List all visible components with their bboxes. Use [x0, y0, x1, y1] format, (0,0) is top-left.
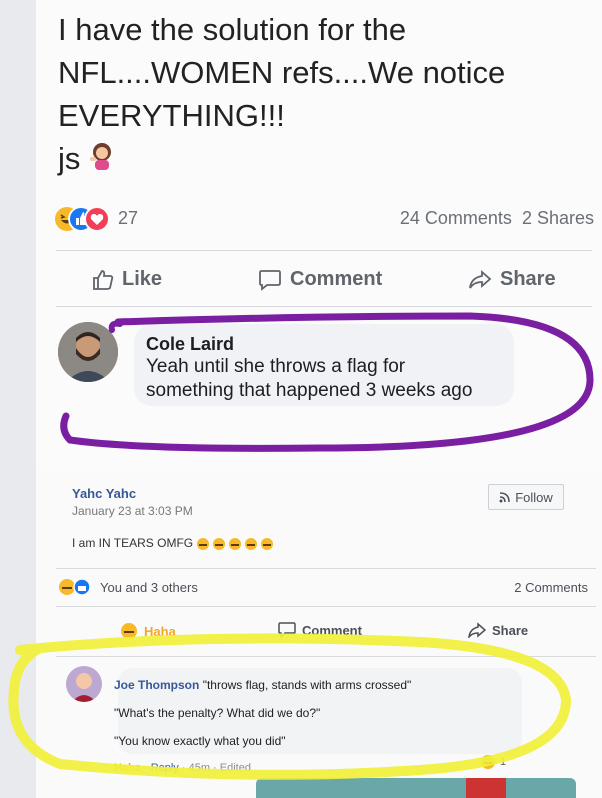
share-label: Share [500, 268, 556, 290]
share-icon [468, 622, 486, 638]
divider [56, 656, 596, 657]
like-button[interactable]: Like [92, 268, 162, 291]
haha-label: Haha [144, 623, 176, 639]
shares-count[interactable]: 2 Shares [522, 208, 594, 228]
haha-button[interactable]: Haha [120, 622, 176, 640]
thumbs-up-icon [93, 269, 114, 290]
follow-button[interactable]: Follow [488, 484, 564, 510]
post-reaction-counts: 27 24 Comments 2 Shares [54, 206, 594, 236]
post-card: I have the solution for the NFL....WOMEN… [36, 0, 602, 470]
comments-count[interactable]: 24 Comments [400, 208, 512, 228]
comment-bubble: Cole Laird Yeah until she throws a flag … [134, 324, 514, 406]
haha-icon [481, 755, 495, 769]
reply-avatar[interactable] [66, 666, 102, 702]
comment-icon [259, 269, 281, 291]
embedded-author[interactable]: Yahc Yahc [72, 486, 136, 501]
comment-text-line-1: Yeah until she throws a flag for [146, 356, 406, 377]
post-line-2: NFL....WOMEN refs....We notice [58, 55, 506, 90]
comment-button[interactable]: Comment [258, 268, 382, 291]
reply-meta: Haha · Reply · 45m · Edited [114, 762, 251, 774]
post-line-4: js [58, 137, 598, 182]
embedded-post: Yahc Yahc January 23 at 3:03 PM Follow I… [36, 470, 602, 798]
embedded-comment-button[interactable]: Comment [278, 622, 362, 638]
share-icon [469, 269, 492, 289]
embedded-date[interactable]: January 23 at 3:03 PM [72, 504, 193, 518]
reply-edited: Edited [219, 762, 251, 774]
comments-shares-count[interactable]: 24 Comments 2 Shares [400, 208, 594, 229]
divider [56, 250, 592, 251]
embedded-text-content: I am IN TEARS OMFG [72, 536, 194, 550]
post-line-1: I have the solution for the [58, 12, 407, 47]
divider [56, 606, 596, 607]
love-reaction-icon [84, 206, 110, 232]
reply-link[interactable]: Reply [151, 762, 179, 774]
reaction-count[interactable]: 27 [118, 208, 138, 229]
reply-time[interactable]: 45m [189, 762, 210, 774]
reply-line-2: "What's the penalty? What did we do?" [114, 706, 321, 720]
reply-line-3: "You know exactly what you did" [114, 734, 286, 748]
divider [56, 306, 592, 307]
comment-row: Cole Laird Yeah until she throws a flag … [56, 322, 592, 414]
haha-like-reactions-icon [59, 578, 91, 596]
avatar[interactable] [58, 322, 118, 382]
embedded-share-label: Share [492, 622, 529, 638]
rss-icon [499, 492, 510, 503]
post-action-bar: Like Comment Share [56, 262, 592, 302]
bottom-image-strip [256, 778, 576, 798]
reactions-text[interactable]: You and 3 others [100, 580, 198, 595]
haha-icon [121, 623, 137, 639]
comment-icon [278, 622, 296, 638]
reply-haha-link[interactable]: Haha [114, 762, 141, 774]
laughing-emojis-icon [196, 536, 280, 550]
embedded-comment-label: Comment [302, 622, 362, 638]
reply-text-1: "throws flag, stands with arms crossed" [202, 678, 412, 692]
embedded-action-bar: Haha Comment Share [56, 620, 596, 644]
embedded-text: I am IN TEARS OMFG [72, 536, 280, 551]
embedded-reaction-row: You and 3 others 2 Comments [58, 578, 598, 598]
embedded-share-button[interactable]: Share [468, 622, 528, 638]
woman-tipping-hand-emoji-icon [89, 139, 115, 182]
post-line-3: EVERYTHING!!! [58, 98, 285, 133]
reply-line-1: Joe Thompson "throws flag, stands with a… [114, 678, 411, 692]
post-line-4-text: js [58, 141, 81, 176]
comment-author[interactable]: Cole Laird [146, 334, 502, 355]
post-text: I have the solution for the NFL....WOMEN… [58, 8, 598, 182]
reply-reaction-badge[interactable]: 1 [480, 754, 506, 770]
embedded-comments-count[interactable]: 2 Comments [514, 580, 588, 595]
reply-author[interactable]: Joe Thompson [114, 678, 199, 692]
divider [56, 568, 596, 569]
like-label: Like [122, 268, 163, 290]
comment-label: Comment [290, 268, 383, 290]
reply-reaction-count: 1 [500, 756, 507, 768]
share-button[interactable]: Share [468, 268, 556, 291]
follow-label: Follow [515, 489, 553, 505]
bottom-image-red-block [466, 778, 506, 798]
comment-text-line-2: something that happened 3 weeks ago [146, 380, 473, 401]
